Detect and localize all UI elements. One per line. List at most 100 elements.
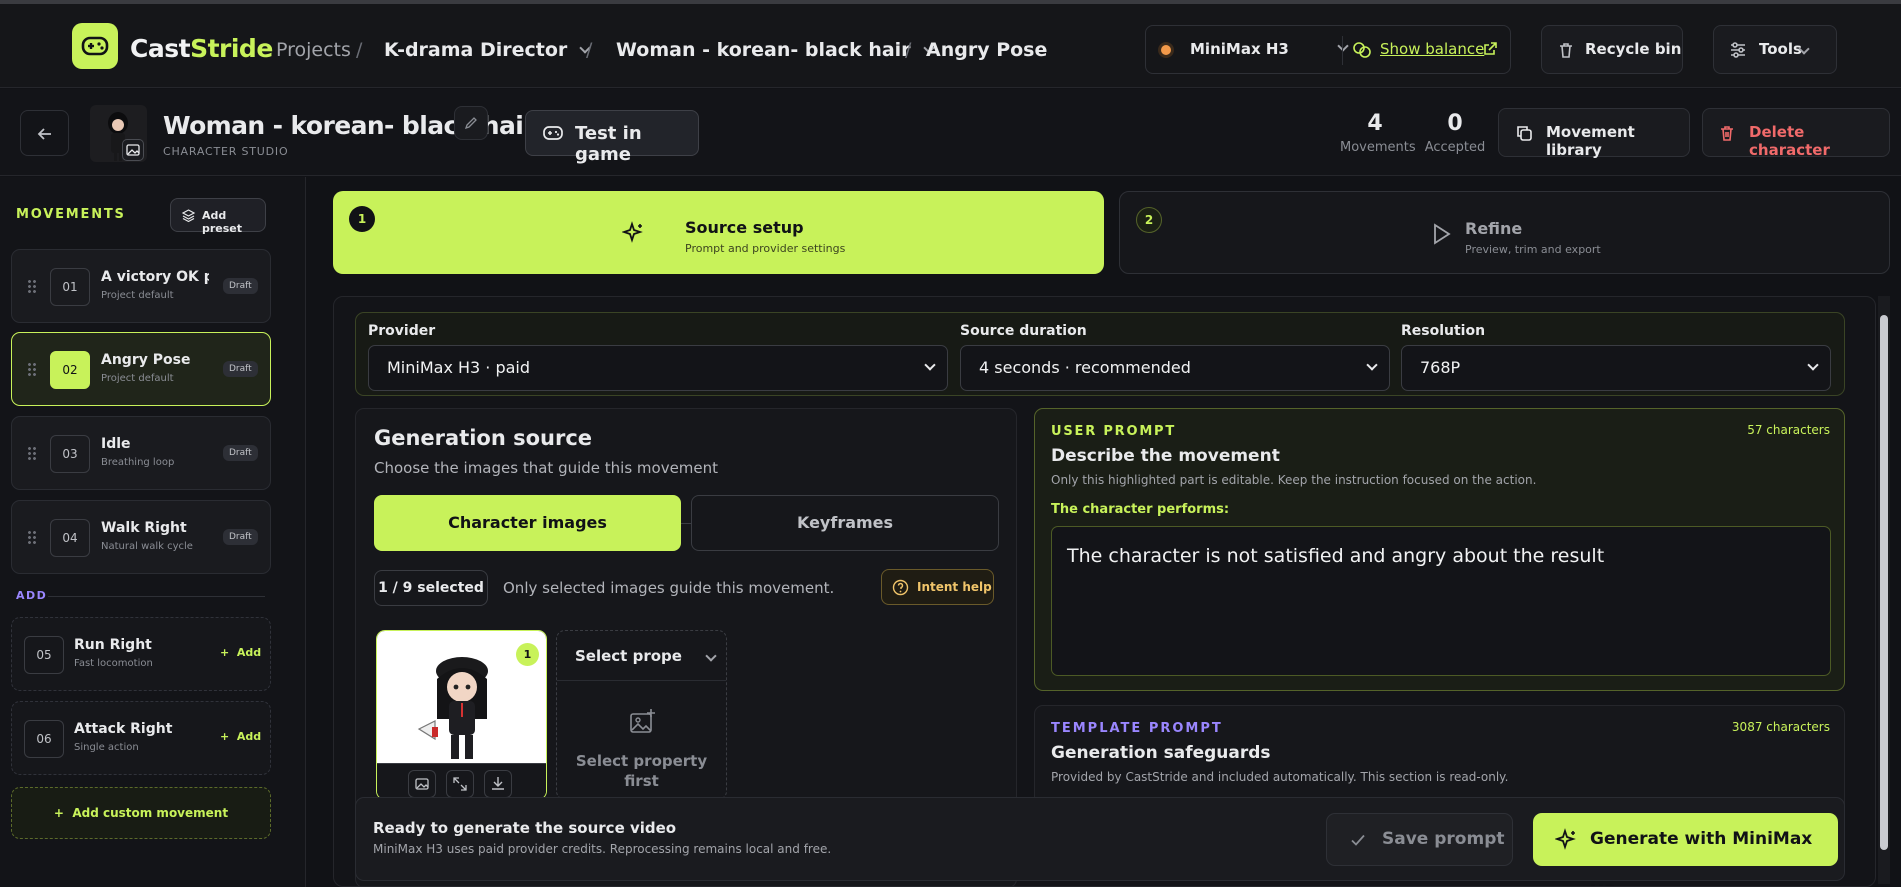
step-source-setup[interactable]: 1 Source setup Prompt and provider setti… — [333, 191, 1104, 274]
character-avatar[interactable] — [90, 105, 147, 162]
provider-settings: Provider MiniMax H3 · paid Source durati… — [355, 312, 1845, 396]
movements-stat: 4 Movements — [1340, 111, 1416, 155]
movement-number: 05 — [24, 636, 64, 674]
movement-item-victory[interactable]: 01 A victory OK p... Project default Dra… — [11, 249, 271, 323]
selection-hint: Only selected images guide this movement… — [503, 579, 835, 597]
scrollbar-thumb[interactable] — [1880, 315, 1888, 850]
chevron-down-icon — [705, 650, 717, 662]
movement-subtitle: Breathing loop — [101, 457, 175, 468]
resolution-label: Resolution — [1401, 323, 1486, 339]
add-run-right-button[interactable]: + Add — [220, 646, 261, 659]
sliders-icon — [1729, 41, 1747, 59]
movement-item-angry-pose[interactable]: 02 Angry Pose Project default Draft — [11, 332, 271, 406]
user-prompt-label: USER PROMPT — [1051, 424, 1177, 439]
duration-select[interactable]: 4 seconds · recommended — [960, 345, 1390, 391]
help-circle-icon — [892, 579, 909, 596]
back-button[interactable] — [20, 110, 69, 156]
provider-select[interactable]: MiniMax H3 · paid — [368, 345, 948, 391]
recycle-bin-button[interactable]: Recycle bin — [1541, 25, 1683, 74]
drag-handle-icon[interactable] — [27, 279, 37, 293]
drag-handle-icon[interactable] — [27, 530, 37, 544]
brand-name: CastStride — [130, 34, 273, 63]
movement-number: 01 — [50, 268, 90, 306]
drag-handle-icon[interactable] — [27, 362, 37, 376]
top-bar: CastStride Projects / K-drama Director /… — [0, 4, 1901, 88]
movement-subtitle: Fast locomotion — [74, 658, 153, 669]
breadcrumb-character[interactable]: Woman - korean- black hair — [616, 39, 935, 61]
chevron-down-icon — [1807, 359, 1819, 371]
trash-icon — [1718, 124, 1736, 142]
user-prompt-title: Describe the movement — [1051, 446, 1280, 466]
sparkles-icon — [1555, 828, 1579, 852]
breadcrumb-projects[interactable]: Projects — [276, 39, 351, 61]
expand-icon[interactable] — [446, 770, 474, 798]
property-select[interactable]: Select prope — [557, 631, 726, 681]
sparkles-icon — [622, 221, 646, 245]
provider-label: Provider — [368, 323, 436, 339]
external-link-icon — [1482, 41, 1498, 57]
image-edit-icon[interactable] — [122, 139, 144, 161]
gamepad-logo-icon[interactable] — [72, 23, 118, 69]
divider — [681, 523, 691, 524]
image-toolbar — [377, 763, 546, 799]
provider-balance-box: MiniMax H3 Show balance — [1145, 25, 1511, 74]
breadcrumb-project[interactable]: K-drama Director — [384, 39, 591, 61]
template-prompt-label: TEMPLATE PROMPT — [1051, 721, 1223, 736]
character-count: 3087 characters — [1731, 720, 1830, 734]
movement-name: Angry Pose — [101, 352, 191, 368]
movement-item-walk-right[interactable]: 04 Walk Right Natural walk cycle Draft — [11, 500, 271, 574]
chevron-down-icon — [1366, 359, 1378, 371]
movement-name: Idle — [101, 436, 131, 452]
movement-name: Walk Right — [101, 520, 187, 536]
draft-badge: Draft — [223, 529, 258, 545]
generate-button[interactable]: Generate with MiniMax H3 — [1533, 813, 1838, 886]
generate-footer: Ready to generate the source video MiniM… — [355, 797, 1845, 886]
tab-keyframes[interactable]: Keyframes — [691, 495, 999, 551]
movement-library-button[interactable]: Movement library — [1498, 108, 1690, 159]
movement-number: 02 — [50, 351, 90, 389]
coins-icon — [1352, 40, 1372, 60]
movement-number: 04 — [50, 519, 90, 557]
user-prompt-card: USER PROMPT 57 characters Describe the m… — [1034, 408, 1845, 691]
gamepad-icon — [542, 124, 564, 142]
add-item-attack-right: 06 Attack Right Single action + Add — [11, 701, 271, 775]
resolution-select[interactable]: 768P — [1401, 345, 1831, 391]
movement-number: 06 — [24, 720, 64, 758]
image-edit-icon[interactable] — [408, 770, 436, 798]
draft-badge: Draft — [223, 445, 258, 461]
show-balance-link[interactable]: Show balance — [1380, 40, 1484, 58]
generation-source-title: Generation source — [374, 426, 593, 450]
breadcrumb-separator: / — [905, 39, 912, 61]
tools-button[interactable]: Tools — [1713, 25, 1837, 74]
add-attack-right-button[interactable]: + Add — [220, 730, 261, 743]
step-refine[interactable]: 2 Refine Preview, trim and export — [1119, 191, 1890, 274]
movement-item-idle[interactable]: 03 Idle Breathing loop Draft — [11, 416, 271, 490]
breadcrumb-movement: Angry Pose — [926, 39, 1048, 61]
step-subtitle: Preview, trim and export — [1465, 243, 1601, 256]
movement-name: Run Right — [74, 637, 152, 653]
intent-help-button[interactable]: Intent help — [881, 569, 994, 605]
add-custom-movement-button[interactable]: + Add custom movement — [11, 787, 271, 839]
source-setup-panel: Provider MiniMax H3 · paid Source durati… — [333, 296, 1876, 887]
movement-name: Attack Right — [74, 721, 173, 737]
user-prompt-textarea[interactable]: The character is not satisfied and angry… — [1051, 526, 1831, 676]
step-number: 2 — [1136, 207, 1162, 233]
trash-icon — [1557, 41, 1575, 59]
image-plus-icon — [627, 707, 657, 737]
edit-name-button[interactable] — [454, 106, 488, 140]
provider-select[interactable]: MiniMax H3 — [1190, 40, 1349, 58]
save-prompt-button[interactable]: Save prompt — [1326, 813, 1513, 866]
download-icon[interactable] — [484, 770, 512, 798]
selection-order-badge: 1 — [516, 643, 539, 666]
add-preset-button[interactable]: Add preset — [170, 198, 266, 235]
tab-character-images[interactable]: Character images — [374, 495, 681, 551]
property-hint: Select property first — [575, 752, 708, 790]
arrow-left-icon — [36, 125, 54, 143]
test-in-game-button[interactable]: Test in game — [525, 110, 699, 165]
breadcrumb-separator: / — [586, 39, 593, 61]
drag-handle-icon[interactable] — [27, 446, 37, 460]
character-image-card[interactable]: 1 — [376, 630, 547, 800]
chevron-down-icon — [924, 359, 936, 371]
property-card: Select prope Select property first — [556, 630, 727, 800]
delete-character-button[interactable]: Delete character — [1702, 108, 1890, 159]
